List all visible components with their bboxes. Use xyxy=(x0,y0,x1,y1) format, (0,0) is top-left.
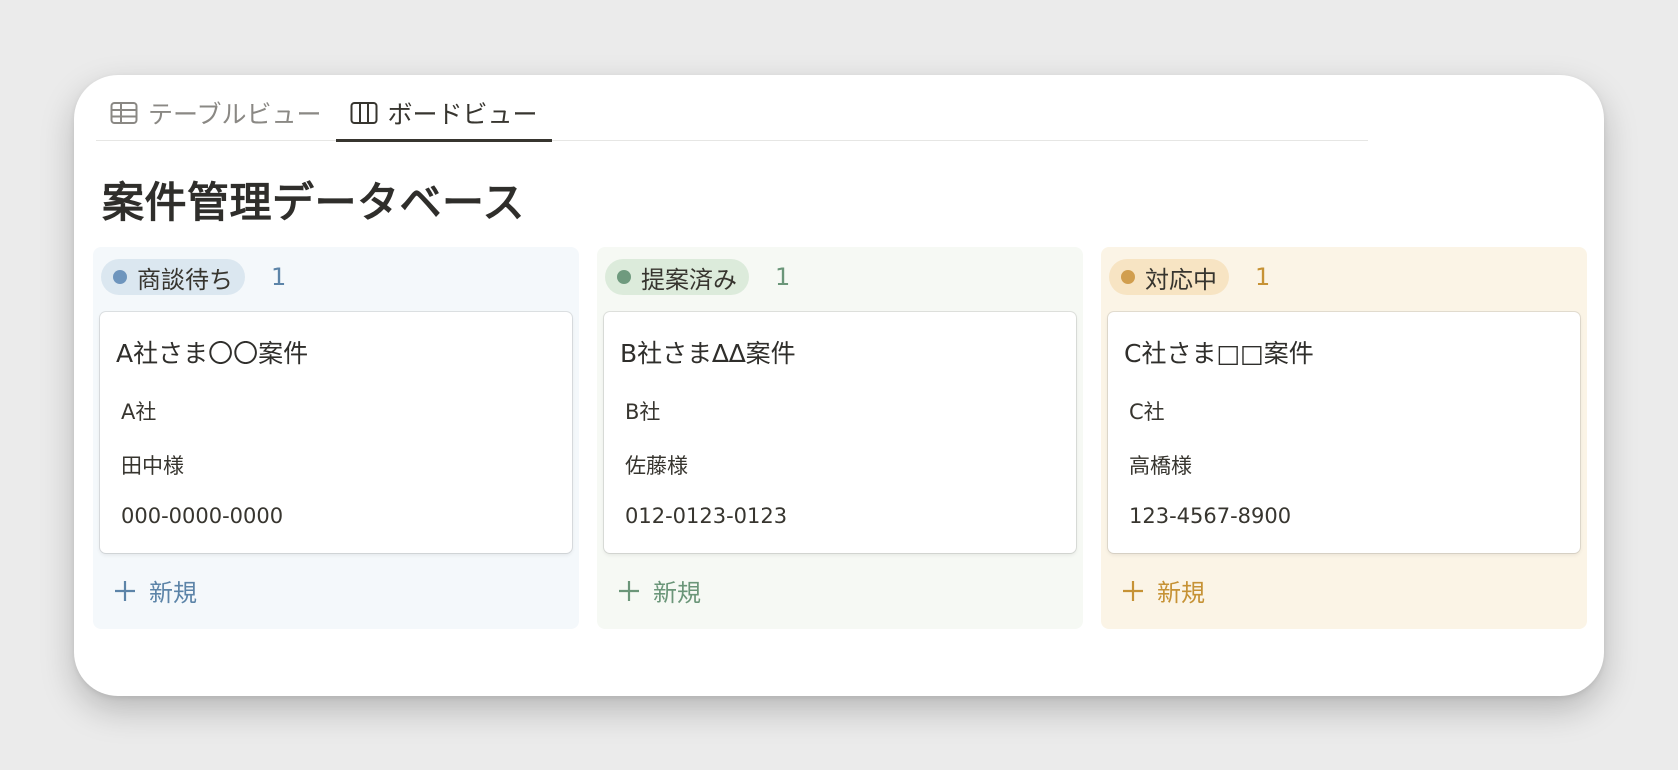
view-tabs: テーブルビュー ボードビュー xyxy=(96,89,1368,142)
status-dot-icon xyxy=(617,270,631,284)
column-count: 1 xyxy=(775,263,791,291)
add-card-label: 新規 xyxy=(149,579,197,607)
status-label: 提案済み xyxy=(641,265,737,294)
tab-board-view[interactable]: ボードビュー xyxy=(335,89,552,142)
status-pill[interactable]: 対応中 xyxy=(1109,259,1229,295)
status-pill[interactable]: 商談待ち xyxy=(101,259,245,295)
add-card-button[interactable]: 新規 xyxy=(617,573,701,608)
table-icon xyxy=(110,101,138,125)
column-header: 提案済み 1 xyxy=(605,259,790,295)
board-card[interactable]: B社さま∆∆案件 B社 佐藤様 012-0123-0123 xyxy=(604,312,1076,553)
add-card-label: 新規 xyxy=(1157,579,1205,607)
card-contact: 田中様 xyxy=(121,454,184,478)
card-contact: 高橋様 xyxy=(1129,454,1192,478)
board-column-negotiation-pending: 商談待ち 1 A社さま〇〇案件 A社 田中様 000-0000-0000 新規 xyxy=(93,247,579,629)
board-icon xyxy=(350,101,378,125)
column-header: 商談待ち 1 xyxy=(101,259,286,295)
card-company: B社 xyxy=(625,400,661,424)
page-title: 案件管理データベース xyxy=(102,178,525,227)
board-card[interactable]: C社さま□□案件 C社 高橋様 123-4567-8900 xyxy=(1108,312,1580,553)
column-count: 1 xyxy=(1255,263,1271,291)
card-phone: 123-4567-8900 xyxy=(1129,504,1292,528)
column-count: 1 xyxy=(271,263,287,291)
plus-icon xyxy=(1121,579,1145,603)
status-dot-icon xyxy=(113,270,127,284)
kanban-board: 商談待ち 1 A社さま〇〇案件 A社 田中様 000-0000-0000 新規 xyxy=(93,247,1587,629)
tab-label: ボードビュー xyxy=(387,99,538,129)
tab-table-view[interactable]: テーブルビュー xyxy=(96,89,336,140)
status-pill[interactable]: 提案済み xyxy=(605,259,749,295)
card-phone: 012-0123-0123 xyxy=(625,504,788,528)
add-card-button[interactable]: 新規 xyxy=(1121,573,1205,608)
card-title: A社さま〇〇案件 xyxy=(116,339,309,368)
add-card-label: 新規 xyxy=(653,579,701,607)
column-header: 対応中 1 xyxy=(1109,259,1270,295)
app-window: テーブルビュー ボードビュー 案件管理データベース 商談待ち 1 A社さま〇〇案… xyxy=(74,75,1604,696)
card-contact: 佐藤様 xyxy=(625,454,688,478)
card-phone: 000-0000-0000 xyxy=(121,504,284,528)
card-title: C社さま□□案件 xyxy=(1124,339,1314,368)
status-label: 対応中 xyxy=(1145,265,1217,294)
board-column-proposed: 提案済み 1 B社さま∆∆案件 B社 佐藤様 012-0123-0123 新規 xyxy=(597,247,1083,629)
card-company: A社 xyxy=(121,400,157,424)
add-card-button[interactable]: 新規 xyxy=(113,573,197,608)
status-dot-icon xyxy=(1121,270,1135,284)
card-company: C社 xyxy=(1129,400,1165,424)
status-label: 商談待ち xyxy=(137,265,233,294)
card-title: B社さま∆∆案件 xyxy=(620,339,796,368)
board-column-in-progress: 対応中 1 C社さま□□案件 C社 高橋様 123-4567-8900 新規 xyxy=(1101,247,1587,629)
plus-icon xyxy=(113,579,137,603)
tab-label: テーブルビュー xyxy=(148,99,322,129)
plus-icon xyxy=(617,579,641,603)
board-card[interactable]: A社さま〇〇案件 A社 田中様 000-0000-0000 xyxy=(100,312,572,553)
